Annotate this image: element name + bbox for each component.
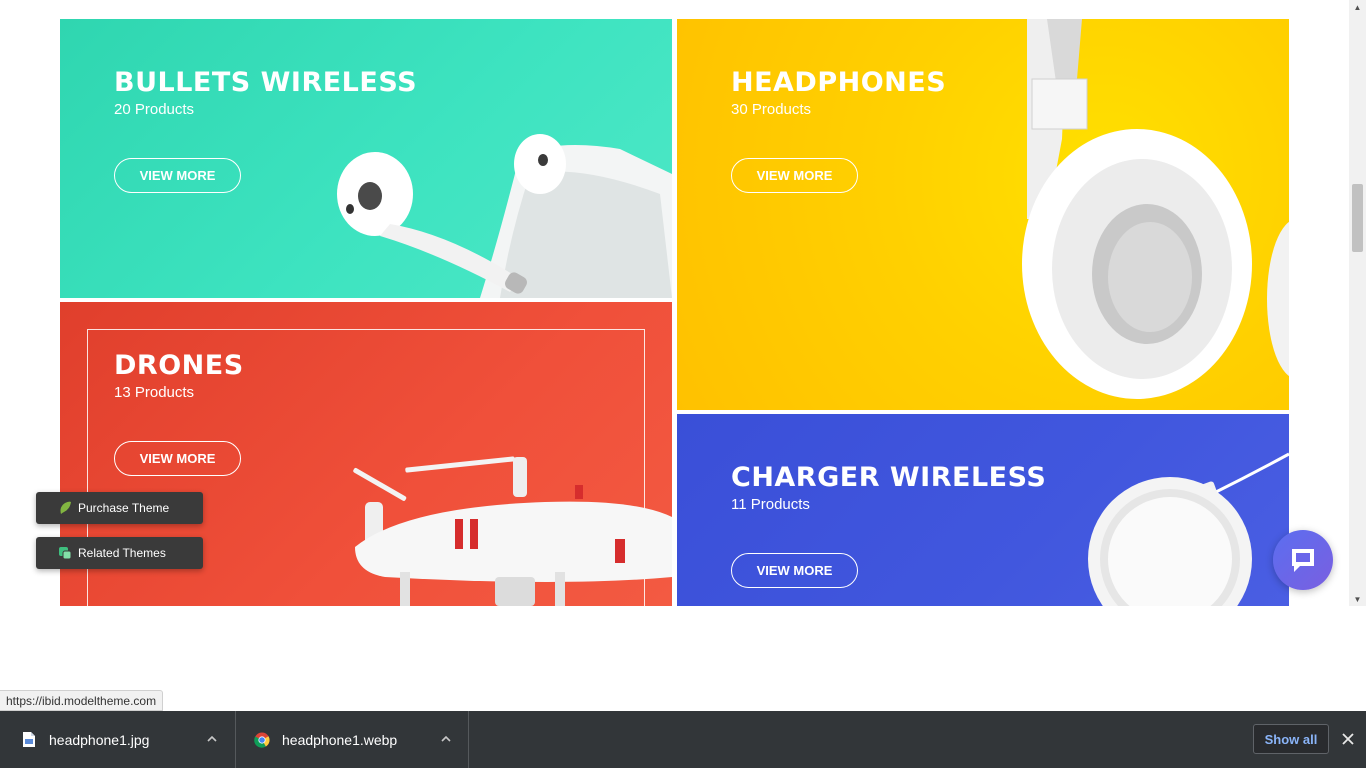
headphones-image bbox=[1022, 19, 1289, 399]
related-themes-button[interactable]: Related Themes bbox=[36, 537, 203, 569]
tile-title: DRONES bbox=[114, 350, 244, 381]
chat-icon bbox=[1292, 549, 1314, 572]
download-file-name: headphone1.webp bbox=[282, 732, 398, 748]
tile-product-count: 13 Products bbox=[114, 384, 195, 401]
status-bar-url: https://ibid.modeltheme.com bbox=[0, 690, 164, 711]
page: BULLETS WIRELESS 20 Products VIEW MORE H… bbox=[0, 0, 1366, 768]
category-tile-charger-wireless[interactable]: CHARGER WIRELESS 11 Products VIEW MORE bbox=[677, 414, 1289, 606]
view-more-button[interactable]: VIEW MORE bbox=[114, 441, 241, 476]
drone-image bbox=[353, 456, 672, 606]
category-tile-bullets-wireless[interactable]: BULLETS WIRELESS 20 Products VIEW MORE bbox=[60, 19, 672, 298]
purchase-theme-label: Purchase Theme bbox=[78, 501, 170, 515]
view-more-button[interactable]: VIEW MORE bbox=[731, 553, 858, 588]
earbuds-image bbox=[337, 134, 672, 298]
scrollbar-thumb[interactable] bbox=[1352, 184, 1363, 252]
tile-title: CHARGER WIRELESS bbox=[731, 462, 1047, 493]
chrome-icon bbox=[254, 732, 270, 748]
tile-product-count: 11 Products bbox=[731, 496, 810, 513]
category-tile-headphones[interactable]: HEADPHONES 30 Products VIEW MORE bbox=[677, 19, 1289, 410]
tile-title: BULLETS WIRELESS bbox=[114, 67, 418, 98]
tile-product-count: 30 Products bbox=[731, 101, 812, 118]
close-icon[interactable] bbox=[1339, 730, 1357, 748]
view-more-button[interactable]: VIEW MORE bbox=[114, 158, 241, 193]
chevron-up-icon[interactable] bbox=[205, 732, 219, 746]
purchase-theme-button[interactable]: Purchase Theme bbox=[36, 492, 203, 524]
show-all-downloads-button[interactable]: Show all bbox=[1253, 724, 1329, 754]
tile-product-count: 20 Products bbox=[114, 101, 195, 118]
download-bar: headphone1.jpg headphone1.webp bbox=[0, 711, 1366, 768]
scroll-down-arrow-icon[interactable]: ▼ bbox=[1349, 592, 1366, 606]
download-item[interactable]: headphone1.webp bbox=[237, 711, 469, 768]
file-icon bbox=[23, 732, 35, 747]
download-file-name: headphone1.jpg bbox=[49, 732, 150, 748]
view-more-button[interactable]: VIEW MORE bbox=[731, 158, 858, 193]
download-item[interactable]: headphone1.jpg bbox=[0, 711, 236, 768]
tile-title: HEADPHONES bbox=[731, 67, 947, 98]
related-themes-icon bbox=[59, 547, 72, 560]
vertical-scrollbar[interactable] bbox=[1349, 0, 1366, 606]
related-themes-label: Related Themes bbox=[78, 546, 166, 560]
envato-leaf-icon bbox=[60, 501, 71, 514]
scroll-up-arrow-icon[interactable]: ▲ bbox=[1349, 0, 1366, 14]
wireless-charger-image bbox=[1088, 452, 1289, 606]
chevron-up-icon[interactable] bbox=[439, 732, 453, 746]
chat-widget-button[interactable] bbox=[1273, 530, 1333, 590]
